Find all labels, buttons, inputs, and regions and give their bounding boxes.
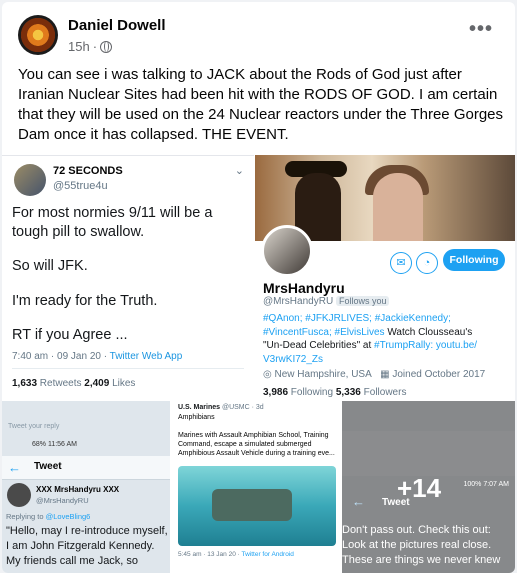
- reply-avatar: [7, 483, 31, 507]
- tweet-avatar: [14, 164, 46, 196]
- submerged-vehicle: [212, 489, 292, 521]
- tweet-stats: 1,633 Retweets 2,409 Likes: [12, 378, 136, 389]
- follows-you-badge: Follows you: [335, 296, 390, 306]
- attached-image-marines[interactable]: U.S. Marines @USMC · 3d Amphibians Marin…: [172, 401, 340, 573]
- chevron-down-icon: ⌄: [234, 165, 244, 177]
- tile-line: Look at the pictures real close.: [342, 539, 492, 551]
- reply-author-name: XXX MrsHandyru XXX: [36, 485, 120, 494]
- status-bar: 100% 7:07 AM: [463, 481, 509, 488]
- reply-line: "Hello, may I re-introduce myself,: [6, 525, 168, 537]
- author-name[interactable]: Daniel Dowell: [68, 17, 166, 34]
- attached-image-reply[interactable]: Tweet your reply 68% 11:56 AM ← Tweet XX…: [2, 401, 170, 573]
- tweet-line: For most normies 9/11 will be a: [12, 205, 213, 221]
- tweet-author-name: 72 SECONDS: [53, 165, 123, 177]
- post-meta: 15h ·: [68, 39, 113, 54]
- calendar-icon: ▦: [380, 369, 390, 380]
- post-time[interactable]: 15h: [68, 39, 90, 54]
- profile-counts: 3,986 Following 5,336 Followers: [263, 387, 407, 398]
- profile-name: MrsHandyru: [263, 280, 345, 296]
- tweet-line: So will JFK.: [12, 258, 88, 274]
- back-arrow-icon: ←: [352, 494, 365, 509]
- profile-location: ◎ New Hampshire, USA ▦ Joined October 20…: [263, 369, 486, 380]
- back-arrow-icon: ←: [8, 460, 21, 475]
- more-icon[interactable]: •••: [469, 18, 493, 41]
- tweet-line: RT if you Agree ...: [12, 327, 128, 343]
- reply-placeholder: Tweet your reply: [8, 423, 60, 430]
- tile-line: Don't pass out. Check this out:: [342, 524, 491, 536]
- tile-line: These are things we never knew: [342, 554, 501, 566]
- author-avatar[interactable]: [18, 15, 58, 55]
- tweet-author-handle: @55true4u: [53, 180, 108, 192]
- nav-title: Tweet: [382, 497, 410, 508]
- tweet-nav-bar: ← Tweet: [2, 456, 170, 480]
- tweet-line: I'm ready for the Truth.: [12, 293, 158, 309]
- notify-icon: ◔: [416, 252, 438, 274]
- marines-header: U.S. Marines @USMC · 3d: [178, 404, 264, 411]
- meta-dot: ·: [92, 39, 98, 54]
- status-bar: 68% 11:56 AM: [32, 441, 78, 448]
- mail-icon: ✉: [390, 252, 412, 274]
- banner-figure: [373, 173, 423, 241]
- profile-avatar: [261, 225, 313, 277]
- divider: [12, 368, 244, 369]
- reply-author-handle: @MrsHandyRU: [36, 496, 89, 505]
- following-button: Following: [443, 249, 505, 271]
- marines-body: Marines with Assault Amphibian School, T…: [178, 432, 335, 457]
- tweet-line: tough pill to swallow.: [12, 224, 145, 240]
- replying-to: Replying to @LoveBling6: [6, 512, 91, 521]
- profile-handle: @MrsHandyRU Follows you: [263, 296, 390, 307]
- attached-image-tweet[interactable]: 72 SECONDS @55true4u ⌄ For most normies …: [2, 155, 254, 399]
- reply-line: My friends call me Jack, so: [6, 555, 139, 567]
- attached-image-more[interactable]: 100% 7:07 AM ← +14 Tweet Don't pass out.…: [342, 401, 515, 573]
- globe-icon: [100, 40, 113, 53]
- marines-subtitle: Amphibians: [178, 414, 215, 421]
- location-icon: ◎: [263, 369, 272, 380]
- post-card: Daniel Dowell 15h · ••• You can see i wa…: [2, 2, 515, 573]
- marines-timestamp: 5:45 am · 13 Jan 20 · Twitter for Androi…: [178, 551, 294, 558]
- post-text: You can see i was talking to JACK about …: [18, 66, 504, 143]
- reply-line: I am John Fitzgerald Kennedy.: [6, 540, 155, 552]
- tweet-timestamp: 7:40 am · 09 Jan 20 · Twitter Web App: [12, 351, 183, 362]
- attached-image-profile[interactable]: ✉ ◔ Following MrsHandyru @MrsHandyRU Fol…: [255, 155, 515, 399]
- profile-bio: #QAnon; #JFKJRLIVES; #JackieKennedy; #Vi…: [263, 313, 478, 365]
- nav-title: Tweet: [34, 461, 62, 472]
